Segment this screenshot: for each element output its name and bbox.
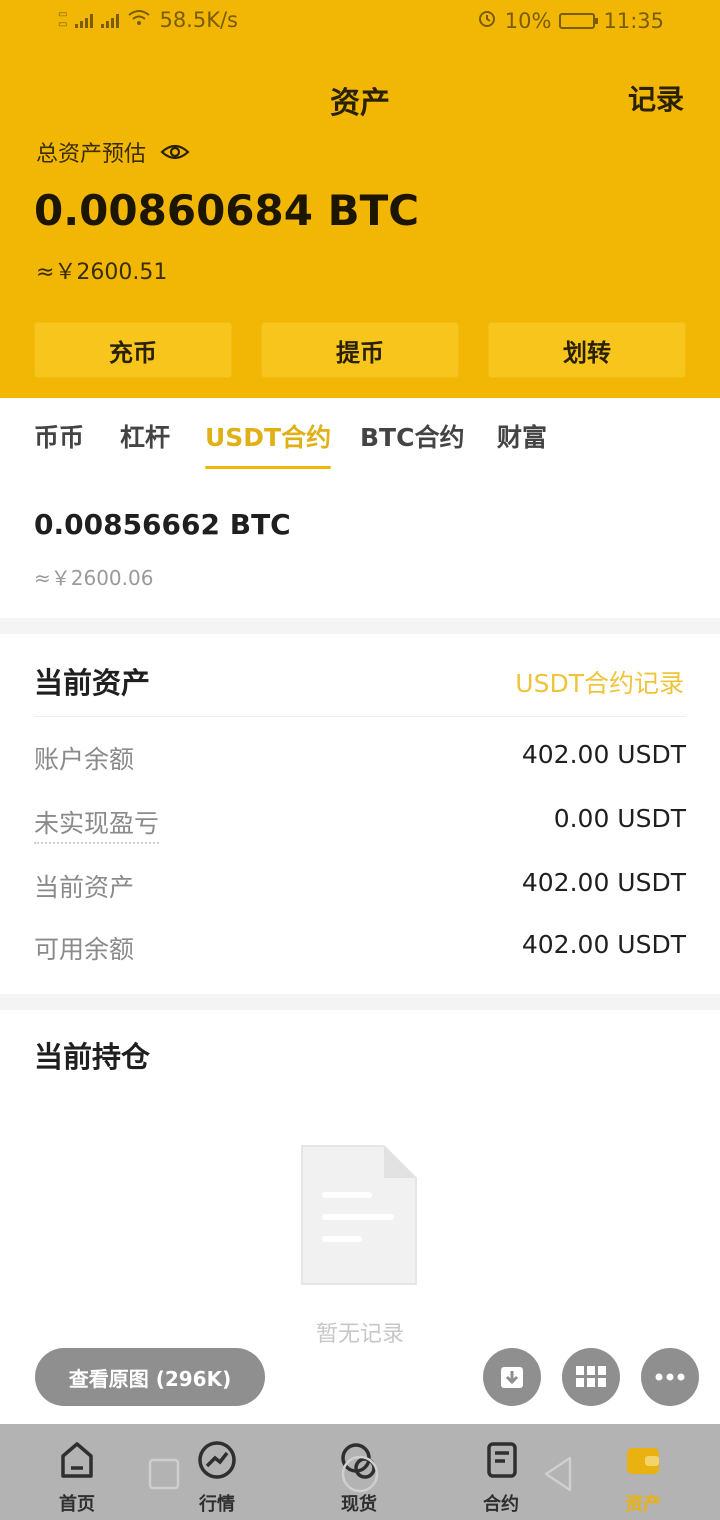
clock-time: 11:35	[603, 8, 664, 33]
empty-state: 暂无记录	[0, 1100, 720, 1360]
total-btc-value: 0.00860684 BTC	[34, 186, 420, 235]
grid-icon	[576, 1366, 606, 1387]
battery-icon	[559, 12, 599, 29]
view-original-button[interactable]: 查看原图 (296K)	[35, 1348, 265, 1406]
download-button[interactable]	[483, 1348, 541, 1406]
account-btc-value: 0.00856662 BTC	[34, 508, 291, 541]
asset-row: 可用余额 402.00 USDT	[34, 930, 686, 970]
asset-row: 未实现盈亏 0.00 USDT	[34, 804, 686, 844]
tab-wealth[interactable]: 财富	[497, 418, 547, 454]
asset-row-label: 可用余额	[34, 935, 135, 964]
current-positions-title: 当前持仓	[34, 1040, 151, 1074]
chart-trend-icon	[198, 1441, 236, 1479]
active-tab-indicator	[205, 466, 331, 469]
total-assets-label: 总资产预估	[36, 142, 147, 167]
asset-row-value: 0.00 USDT	[553, 804, 686, 833]
account-cny-value: ≈￥2600.06	[34, 566, 154, 590]
nav-label: 行情	[199, 1494, 235, 1515]
asset-row-label[interactable]: 未实现盈亏	[34, 804, 160, 844]
nav-label: 合约	[483, 1494, 519, 1515]
nav-label: 首页	[59, 1494, 95, 1515]
asset-row: 账户余额 402.00 USDT	[34, 740, 686, 780]
action-row: 充币 提币 划转	[34, 322, 686, 378]
page-title: 资产	[330, 86, 390, 121]
tab-btc-contract[interactable]: BTC合约	[360, 418, 464, 454]
more-icon	[655, 1373, 685, 1381]
total-assets-label-row: 总资产预估	[36, 136, 190, 168]
record-link[interactable]: 记录	[628, 78, 684, 118]
section-divider	[0, 618, 720, 634]
nav-assets[interactable]: 资产	[598, 1424, 688, 1520]
nav-contract[interactable]: 合约	[456, 1424, 546, 1520]
status-bar: ▭ ▭ 58.5K/s 10% 11:35	[0, 0, 720, 42]
download-icon	[501, 1367, 523, 1388]
home-circle-icon[interactable]	[340, 1454, 380, 1494]
section-divider	[0, 994, 720, 1010]
back-triangle-icon[interactable]	[540, 1454, 576, 1494]
divider-line	[34, 716, 686, 717]
wallet-icon	[627, 1448, 659, 1474]
signal-strength-icon-2	[101, 12, 120, 28]
asset-row-label: 账户余额	[34, 745, 135, 774]
transfer-button[interactable]: 划转	[488, 322, 686, 378]
nav-home[interactable]: 首页	[32, 1424, 122, 1520]
asset-row-label: 当前资产	[34, 873, 135, 902]
recent-apps-icon[interactable]	[148, 1458, 180, 1490]
tab-spot[interactable]: 币币	[34, 418, 84, 454]
contract-document-icon	[487, 1442, 517, 1478]
more-options-button[interactable]	[641, 1348, 699, 1406]
home-icon	[61, 1442, 93, 1478]
usdt-contract-records-link[interactable]: USDT合约记录	[515, 664, 684, 700]
empty-state-text: 暂无记录	[315, 1322, 404, 1347]
asset-row-value: 402.00 USDT	[521, 740, 686, 769]
withdraw-button[interactable]: 提币	[261, 322, 459, 378]
grid-view-button[interactable]	[562, 1348, 620, 1406]
battery-percent: 10%	[504, 8, 552, 33]
nav-label: 资产	[625, 1494, 661, 1515]
sim-card-icon: ▭ ▭	[58, 9, 68, 30]
signal-strength-icon	[75, 12, 94, 28]
asset-row: 当前资产 402.00 USDT	[34, 868, 686, 908]
network-speed: 58.5K/s	[159, 8, 238, 32]
asset-header: ▭ ▭ 58.5K/s 10% 11:35 资产 记录 总资产预估 0.00860…	[0, 0, 720, 398]
tab-usdt-contract[interactable]: USDT合约	[205, 418, 331, 454]
title-bar: 资产 记录	[0, 70, 720, 121]
total-cny-value: ≈￥2600.51	[36, 260, 168, 285]
wifi-icon	[127, 8, 151, 32]
current-assets-title: 当前资产	[34, 666, 151, 700]
bottom-navigation: 首页 行情 现货 合约 资产	[0, 1424, 720, 1520]
asset-row-value: 402.00 USDT	[521, 868, 686, 897]
eye-icon[interactable]	[160, 143, 190, 161]
nav-market[interactable]: 行情	[172, 1424, 262, 1520]
tab-margin[interactable]: 杠杆	[120, 418, 170, 454]
deposit-button[interactable]: 充币	[34, 322, 232, 378]
asset-row-value: 402.00 USDT	[521, 930, 686, 959]
asset-tabs: 币币 杠杆 USDT合约 BTC合约 财富	[0, 398, 720, 478]
alarm-icon	[477, 8, 497, 33]
empty-document-icon	[301, 1145, 417, 1285]
